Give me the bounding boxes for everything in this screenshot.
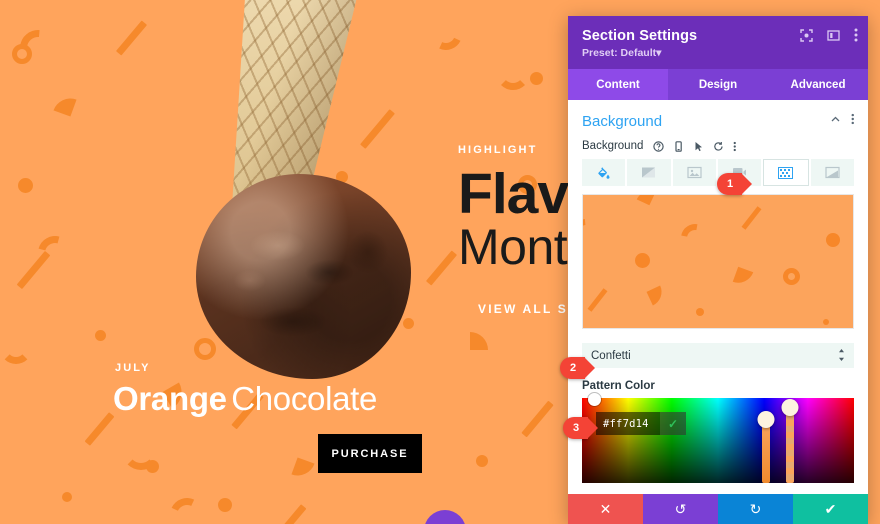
background-mask-tab[interactable] xyxy=(810,159,854,186)
preset-caret-icon: ▾ xyxy=(656,47,662,59)
alpha-slider-knob[interactable] xyxy=(781,399,799,416)
flavor-name-light: Chocolate xyxy=(231,380,378,417)
pattern-preview xyxy=(582,194,854,329)
layout-toggle-icon[interactable] xyxy=(827,29,840,42)
panel-preset[interactable]: Preset: Default▾ xyxy=(582,47,854,59)
save-button[interactable]: ✔ xyxy=(793,494,868,524)
floating-action-button[interactable] xyxy=(424,510,466,524)
panel-tabs: Content Design Advanced xyxy=(568,69,868,100)
hue-slider-knob[interactable] xyxy=(757,411,775,428)
pattern-select[interactable]: Confetti xyxy=(582,343,854,368)
hue-slider[interactable] xyxy=(757,411,775,483)
redo-button[interactable]: ↻ xyxy=(718,494,793,524)
annotation-badge-2: 2 xyxy=(560,357,596,379)
field-kebab-menu-icon[interactable] xyxy=(733,141,737,152)
tab-design[interactable]: Design xyxy=(668,69,768,100)
section-kebab-menu-icon[interactable] xyxy=(851,112,855,130)
background-image-tab[interactable] xyxy=(672,159,716,186)
pattern-color-hex-box: #ff7d14 ✓ xyxy=(596,412,686,435)
responsive-icon[interactable] xyxy=(673,140,684,152)
color-picker-area[interactable]: #ff7d14 ✓ xyxy=(582,393,854,483)
flavor-name-bold: Orange xyxy=(113,380,227,417)
panel-header-icons xyxy=(800,28,858,42)
panel-body: Background Background Confetti Pattern C… xyxy=(568,100,868,524)
kebab-menu-icon[interactable] xyxy=(854,28,858,42)
month-label: JULY xyxy=(115,362,151,374)
pattern-color-label: Pattern Color xyxy=(582,380,655,392)
panel-action-bar: ✕ ↺ ↻ ✔ xyxy=(568,494,868,524)
background-gradient-tab[interactable] xyxy=(627,159,671,186)
tab-content[interactable]: Content xyxy=(568,69,668,100)
cancel-button[interactable]: ✕ xyxy=(568,494,643,524)
background-field-row: Background xyxy=(568,138,868,159)
chocolate-scoop-texture xyxy=(196,174,411,379)
purchase-button[interactable]: PURCHASE xyxy=(318,434,422,473)
reset-icon[interactable] xyxy=(713,141,724,152)
background-section-header: Background xyxy=(568,100,868,138)
background-color-tab[interactable] xyxy=(582,159,626,186)
chevron-up-icon[interactable] xyxy=(830,112,841,130)
pattern-color-hex[interactable]: #ff7d14 xyxy=(596,418,660,430)
hover-icon[interactable] xyxy=(693,141,704,152)
section-settings-panel: Section Settings Preset: Default▾ Conten… xyxy=(568,16,868,524)
pattern-select-value: Confetti xyxy=(591,349,631,362)
ice-cream-cone-image xyxy=(148,0,438,384)
help-icon[interactable] xyxy=(653,140,665,152)
checkmark-icon[interactable]: ✓ xyxy=(660,412,686,435)
alpha-slider[interactable] xyxy=(781,399,799,483)
tab-advanced[interactable]: Advanced xyxy=(768,69,868,100)
select-arrows-icon xyxy=(838,348,845,363)
undo-button[interactable]: ↺ xyxy=(643,494,718,524)
annotation-badge-3: 3 xyxy=(563,417,599,439)
pattern-select-row: Confetti xyxy=(568,329,868,368)
app-root: HIGHLIGHT Flavo Month VIEW ALL SEA JULY … xyxy=(0,0,880,524)
panel-header: Section Settings Preset: Default▾ xyxy=(568,16,868,69)
background-pattern-tab[interactable] xyxy=(763,159,809,186)
focus-icon[interactable] xyxy=(800,28,813,42)
highlight-eyebrow: HIGHLIGHT xyxy=(458,144,538,156)
annotation-badge-1: 1 xyxy=(717,173,753,195)
color-picker-handle[interactable] xyxy=(588,393,601,406)
background-field-label: Background xyxy=(582,140,644,152)
flavor-title: Orange Chocolate xyxy=(113,380,377,418)
background-section-title: Background xyxy=(582,112,663,130)
preset-label: Preset: Default xyxy=(582,47,657,59)
